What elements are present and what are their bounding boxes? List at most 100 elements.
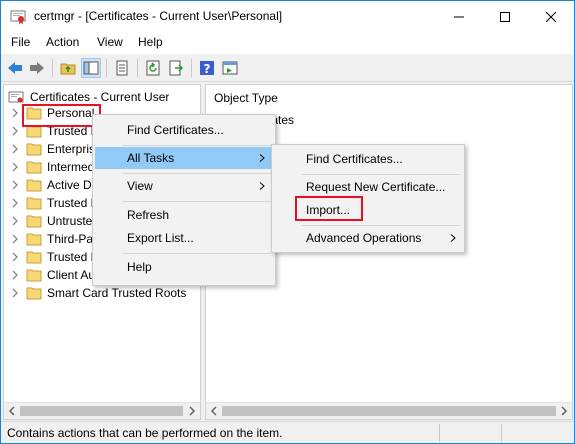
- chevron-right-icon[interactable]: [11, 270, 19, 280]
- back-button[interactable]: [5, 58, 25, 78]
- window-title: certmgr - [Certificates - Current User\P…: [34, 9, 283, 23]
- maximize-icon: [500, 11, 510, 22]
- tree-item-label: Enterpris: [47, 142, 96, 156]
- minimize-button[interactable]: [436, 1, 482, 32]
- sub-advanced-operations-label: Advanced Operations: [306, 231, 422, 245]
- ctx-view-label: View: [127, 179, 153, 193]
- tree-item-label: Client Au: [47, 268, 96, 282]
- ctx-export-list[interactable]: Export List...: [95, 227, 273, 249]
- menu-view[interactable]: View: [97, 35, 123, 49]
- right-scrollbar-thumb[interactable]: [222, 406, 556, 416]
- context-menu: Find Certificates... All Tasks View Refr…: [92, 114, 276, 286]
- up-folder-icon: [60, 63, 76, 75]
- scroll-right-arrow-icon[interactable]: [187, 406, 197, 416]
- folder-icon: [26, 179, 42, 192]
- ctx-refresh-label: Refresh: [127, 208, 170, 222]
- chevron-right-icon[interactable]: [11, 144, 19, 154]
- close-icon: [546, 11, 556, 22]
- sub-find-certificates-label: Find Certificates...: [306, 152, 403, 166]
- folder-icon: [26, 287, 42, 300]
- ctx-find-certificates[interactable]: Find Certificates...: [95, 119, 273, 141]
- maximize-button[interactable]: [482, 1, 528, 32]
- ctx-all-tasks-label: All Tasks: [127, 151, 175, 165]
- ctx-help[interactable]: Help: [95, 256, 273, 278]
- tree-root-label: Certificates - Current User: [30, 90, 170, 104]
- chevron-right-icon[interactable]: [11, 126, 19, 136]
- menu-file[interactable]: File: [11, 35, 30, 49]
- refresh-button[interactable]: [143, 58, 163, 78]
- status-bar: Contains actions that can be performed o…: [1, 421, 574, 443]
- show-hide-tree-button[interactable]: [81, 58, 101, 78]
- toolbar: ?: [1, 54, 574, 82]
- chevron-right-icon[interactable]: [11, 108, 19, 118]
- export-icon: [169, 60, 184, 76]
- ctx-help-label: Help: [127, 260, 152, 274]
- tree-item-label: Trusted P: [47, 250, 99, 264]
- chevron-right-icon[interactable]: [11, 162, 19, 172]
- folder-icon: [26, 143, 42, 156]
- svg-text:?: ?: [204, 62, 211, 76]
- menu-bar: File Action View Help: [1, 32, 574, 54]
- forward-arrow-icon: [30, 62, 44, 74]
- left-scrollbar-thumb[interactable]: [20, 406, 183, 416]
- tree-item-label: Trusted P: [47, 196, 99, 210]
- menu-action[interactable]: Action: [46, 35, 79, 49]
- menu-help[interactable]: Help: [138, 35, 163, 49]
- scroll-right-arrow-icon[interactable]: [559, 406, 569, 416]
- folder-icon: [26, 269, 42, 282]
- sub-find-certificates[interactable]: Find Certificates...: [274, 148, 462, 170]
- properties-icon: [222, 61, 238, 75]
- scroll-left-arrow-icon[interactable]: [7, 406, 17, 416]
- show-hide-tree-icon: [83, 61, 99, 75]
- ctx-refresh[interactable]: Refresh: [95, 204, 273, 226]
- import-highlight: [295, 196, 363, 221]
- help-icon: ?: [200, 61, 214, 76]
- ctx-view[interactable]: View: [95, 175, 273, 197]
- chevron-right-icon: [259, 154, 265, 162]
- chevron-right-icon[interactable]: [11, 288, 19, 298]
- certificate-app-icon: [10, 8, 26, 24]
- scroll-left-arrow-icon[interactable]: [209, 406, 219, 416]
- sub-request-new-certificate-label: Request New Certificate...: [306, 180, 446, 194]
- tree-item-label: Smart Card Trusted Roots: [47, 286, 187, 300]
- left-horizontal-scrollbar[interactable]: [4, 402, 200, 419]
- tree-item[interactable]: Smart Card Trusted Roots: [4, 284, 200, 302]
- chevron-right-icon[interactable]: [11, 234, 19, 244]
- minimize-icon: [454, 16, 464, 17]
- folder-icon: [26, 215, 42, 228]
- chevron-right-icon: [450, 234, 456, 242]
- tree-item-label: Active Di: [47, 178, 95, 192]
- folder-icon: [26, 197, 42, 210]
- sub-advanced-operations[interactable]: Advanced Operations: [274, 227, 462, 249]
- up-one-level-button[interactable]: [58, 58, 78, 78]
- chevron-right-icon: [259, 182, 265, 190]
- properties-button[interactable]: [220, 58, 240, 78]
- chevron-right-icon[interactable]: [11, 180, 19, 190]
- tree-item-label: Intermed: [47, 160, 95, 174]
- export-list-button[interactable]: [112, 58, 132, 78]
- export-list-icon: [116, 60, 128, 76]
- status-text: Contains actions that can be performed o…: [7, 426, 283, 440]
- export-button[interactable]: [166, 58, 186, 78]
- back-arrow-icon: [8, 62, 22, 74]
- forward-button[interactable]: [27, 58, 47, 78]
- tree-item-label: Third-Pa: [47, 232, 94, 246]
- right-horizontal-scrollbar[interactable]: [206, 402, 572, 419]
- chevron-right-icon[interactable]: [11, 216, 19, 226]
- ctx-export-list-label: Export List...: [127, 231, 194, 245]
- tree-item-label: Untruste: [47, 214, 93, 228]
- folder-icon: [26, 251, 42, 264]
- certificate-store-icon: [8, 91, 24, 103]
- help-button[interactable]: ?: [197, 58, 217, 78]
- sub-request-new-certificate[interactable]: Request New Certificate...: [274, 176, 462, 198]
- chevron-right-icon[interactable]: [11, 198, 19, 208]
- ctx-find-certificates-label: Find Certificates...: [127, 123, 224, 137]
- refresh-icon: [146, 60, 160, 76]
- column-header-object-type[interactable]: Object Type: [214, 91, 278, 105]
- chevron-right-icon[interactable]: [11, 252, 19, 262]
- title-bar[interactable]: certmgr - [Certificates - Current User\P…: [1, 1, 574, 32]
- close-button[interactable]: [528, 1, 574, 32]
- ctx-all-tasks[interactable]: All Tasks: [95, 147, 273, 169]
- folder-icon: [26, 233, 42, 246]
- folder-icon: [26, 161, 42, 174]
